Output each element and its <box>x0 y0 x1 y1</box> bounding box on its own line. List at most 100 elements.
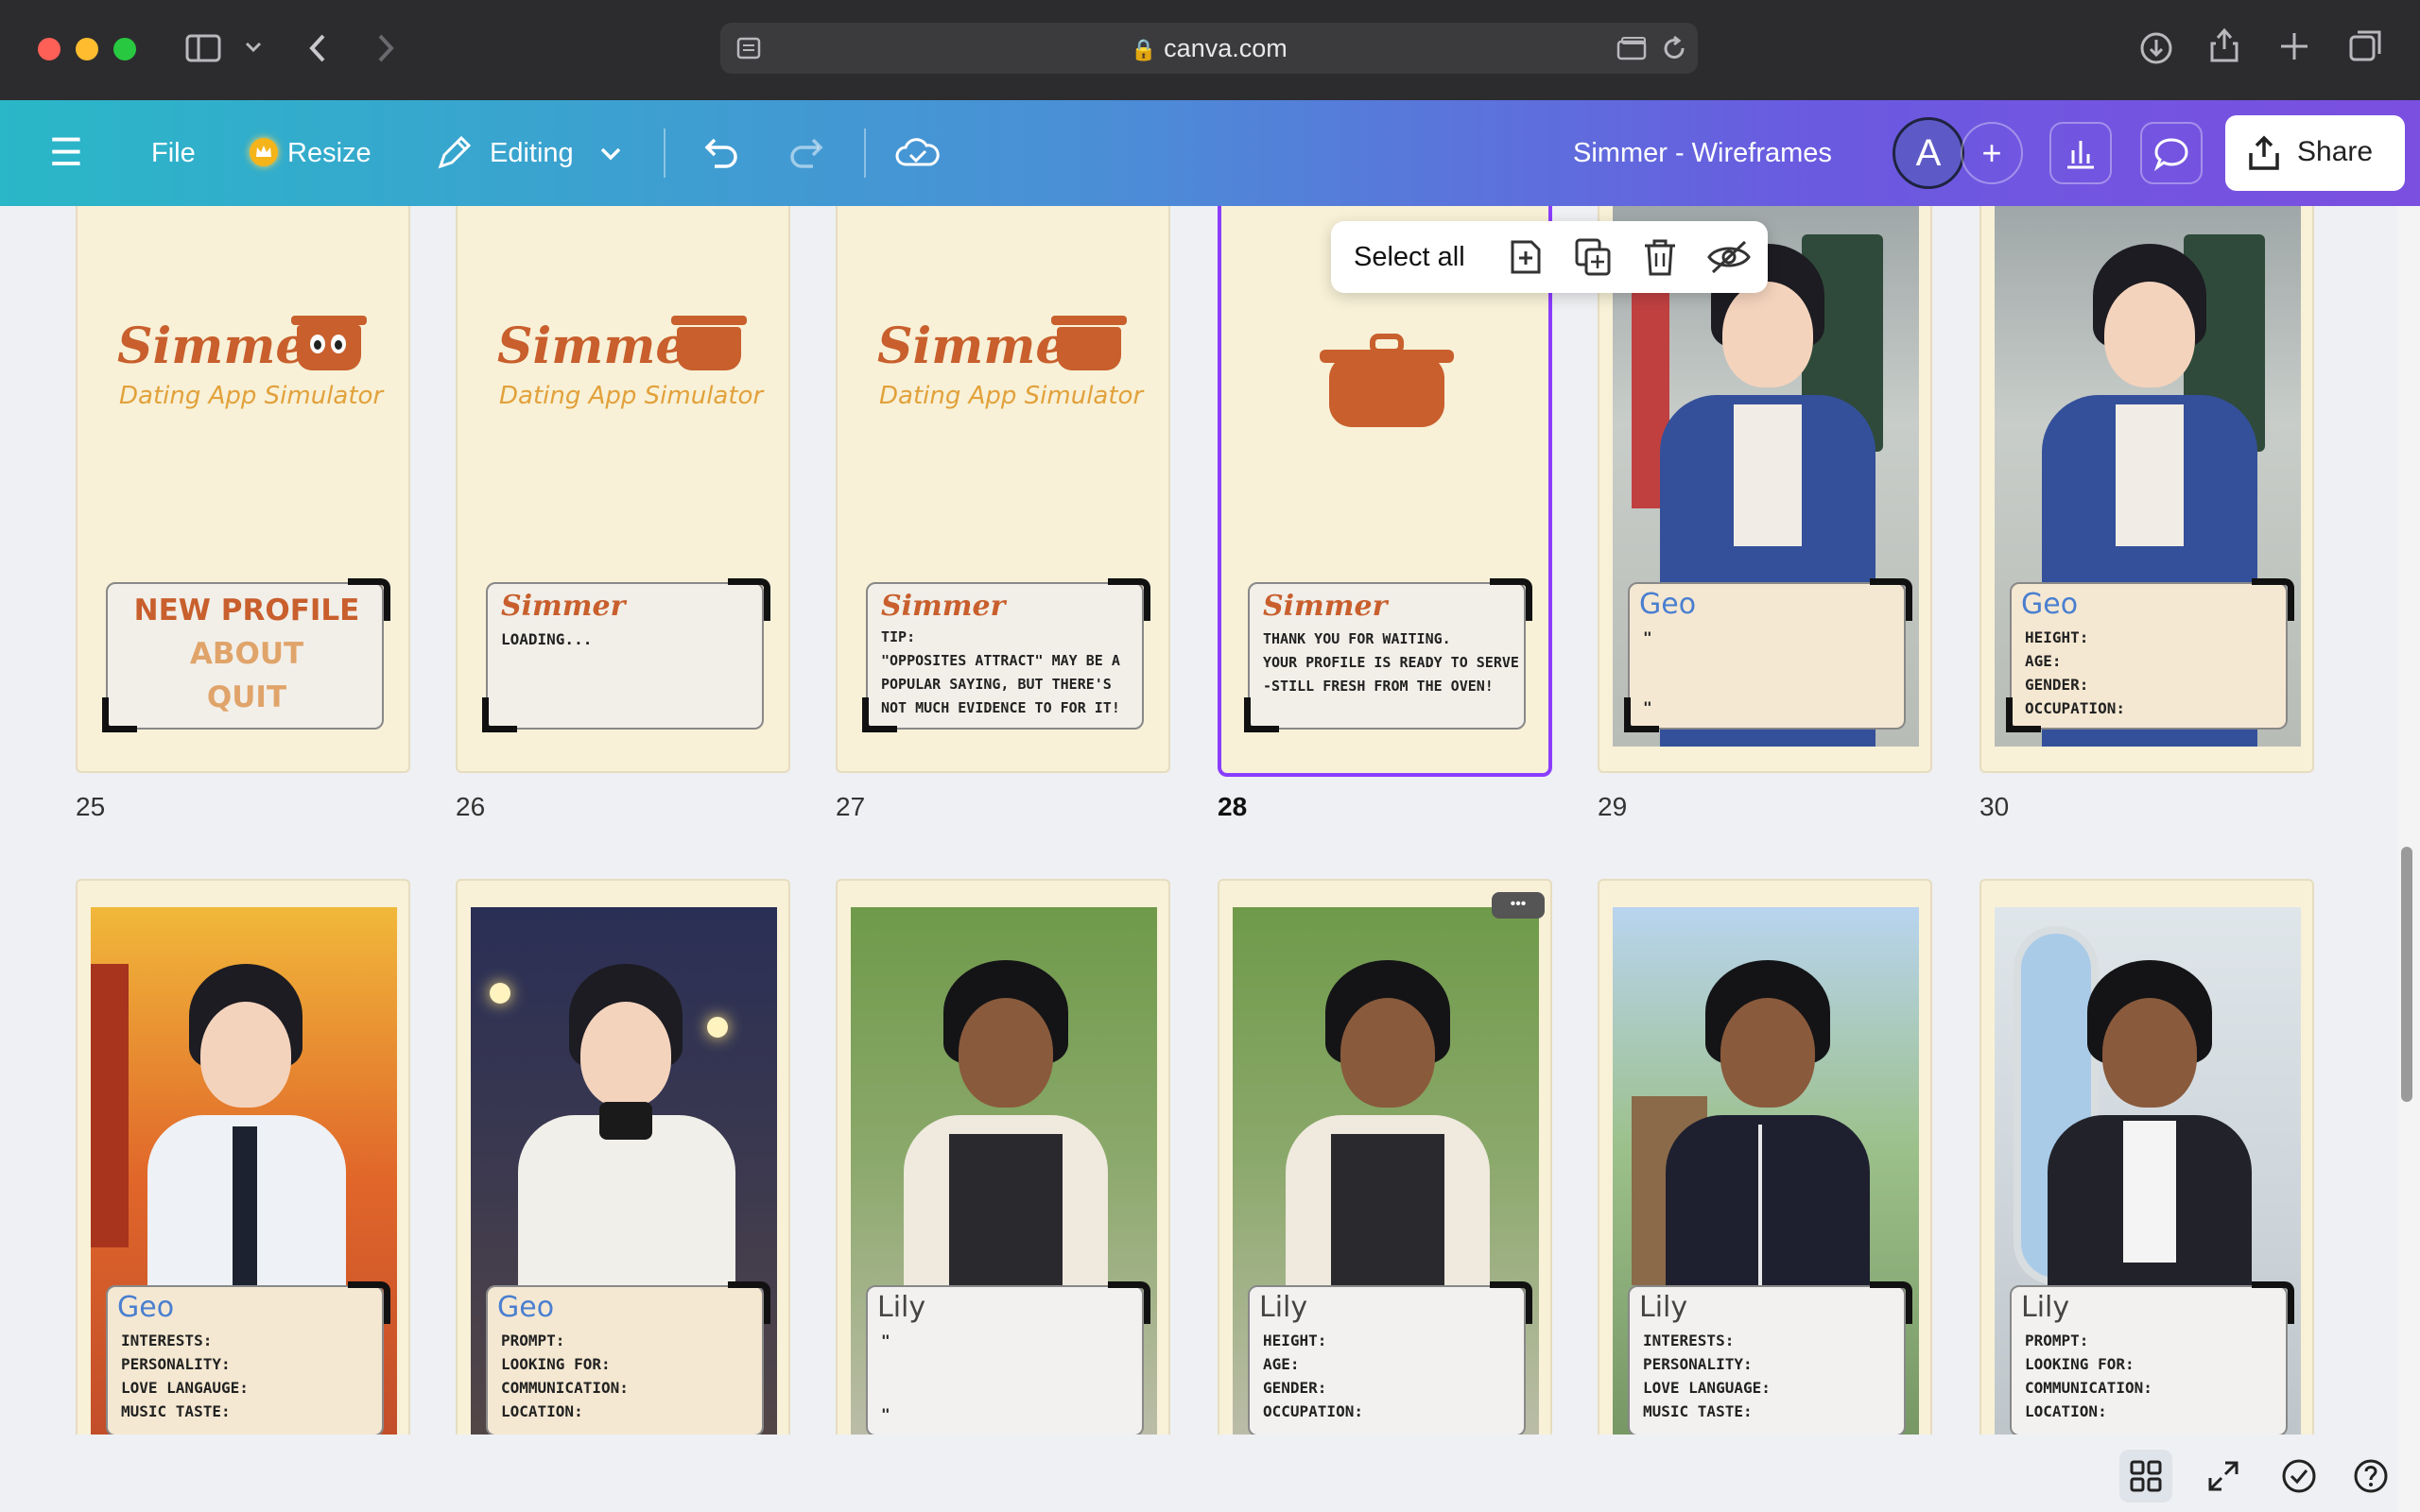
toolbar-divider <box>664 129 666 178</box>
share-icon[interactable] <box>2208 26 2240 64</box>
page-33-thumbnail[interactable]: Lily " " <box>836 879 1170 1512</box>
new-profile-menu-item[interactable]: NEW PROFILE <box>108 593 386 627</box>
chevron-down-icon[interactable] <box>244 40 263 55</box>
tab-icon[interactable] <box>1616 36 1649 62</box>
dialog-line: THANK YOU FOR WAITING. <box>1263 630 1451 647</box>
user-avatar[interactable]: A <box>1893 117 1964 189</box>
scrollbar-thumb[interactable] <box>2401 847 2412 1102</box>
new-tab-icon[interactable] <box>2278 30 2310 62</box>
back-icon[interactable] <box>306 32 329 64</box>
profile-fields: HEIGHT: AGE: GENDER: OCCUPATION: <box>1263 1329 1363 1423</box>
quit-menu-item[interactable]: QUIT <box>108 680 386 714</box>
main-menu-box: NEW PROFILE ABOUT QUIT <box>106 582 384 730</box>
plus-icon: + <box>1981 133 2002 172</box>
dialog-corner <box>2252 578 2294 621</box>
dialog-box: Geo " " <box>1628 582 1906 730</box>
upload-icon <box>2249 135 2279 170</box>
minimize-window-button[interactable] <box>76 38 98 60</box>
help-button[interactable] <box>2344 1450 2397 1503</box>
logo-subtitle: Dating App Simulator <box>499 382 764 410</box>
dialog-corner <box>1870 1281 1912 1324</box>
close-window-button[interactable] <box>38 38 60 60</box>
check-button[interactable] <box>2273 1450 2325 1503</box>
share-button[interactable]: Share <box>2225 115 2405 191</box>
character-face <box>1722 282 1813 387</box>
page-30-thumbnail[interactable]: Geo HEIGHT: AGE: GENDER: OCCUPATION: <box>1979 206 2314 773</box>
profile-field: MUSIC TASTE: <box>121 1402 231 1420</box>
page-31-thumbnail[interactable]: Geo INTERESTS: PERSONALITY: LOVE LANGAUG… <box>76 879 410 1512</box>
dialog-text: THANK YOU FOR WAITING. YOUR PROFILE IS R… <box>1263 627 1519 698</box>
dialog-speaker: Lily <box>1259 1291 1308 1324</box>
page-more-options-button[interactable]: ••• <box>1492 892 1545 919</box>
duplicate-page-icon[interactable] <box>1573 236 1613 278</box>
page-27-thumbnail[interactable]: Simmer Dating App Simulator Simmer TIP: … <box>836 206 1170 773</box>
pot-icon <box>1057 327 1121 370</box>
download-icon[interactable] <box>2138 30 2174 66</box>
dialog-speaker: Simmer <box>881 590 1006 623</box>
forward-icon[interactable] <box>374 32 397 64</box>
dialog-box: Lily INTERESTS: PERSONALITY: LOVE LANGUA… <box>1628 1285 1906 1436</box>
redo-icon[interactable] <box>786 134 828 172</box>
profile-field: COMMUNICATION: <box>501 1379 629 1397</box>
reload-icon[interactable] <box>1660 34 1688 62</box>
delete-page-icon[interactable] <box>1641 236 1679 278</box>
select-all-button[interactable]: Select all <box>1354 242 1465 273</box>
comments-button[interactable] <box>2140 122 2203 184</box>
dialog-speaker: Simmer <box>501 590 626 623</box>
dialog-corner <box>728 1281 770 1324</box>
help-icon <box>2354 1459 2388 1493</box>
page-35-thumbnail[interactable]: Lily INTERESTS: PERSONALITY: LOVE LANGUA… <box>1598 879 1932 1512</box>
tabs-overview-icon[interactable] <box>2348 28 2384 64</box>
profile-field: COMMUNICATION: <box>2025 1379 2152 1397</box>
dialog-box: Simmer THANK YOU FOR WAITING. YOUR PROFI… <box>1248 582 1526 730</box>
quote-open: " <box>1643 628 1652 646</box>
page-36-thumbnail[interactable]: Lily PROMPT: LOOKING FOR: COMMUNICATION:… <box>1979 879 2314 1512</box>
file-menu-button[interactable]: File <box>151 100 196 206</box>
vertical-scrollbar[interactable] <box>2397 206 2420 1512</box>
page-26-thumbnail[interactable]: Simmer Dating App Simulator Simmer LOADI… <box>456 206 790 773</box>
torii-pillar <box>91 964 129 1247</box>
about-menu-item[interactable]: ABOUT <box>108 637 386 671</box>
logo-subtitle: Dating App Simulator <box>119 382 384 410</box>
cloud-saved-icon[interactable] <box>894 134 940 172</box>
editing-mode-button[interactable]: Editing <box>431 100 630 206</box>
expand-icon <box>2208 1461 2238 1491</box>
undo-icon[interactable] <box>700 134 741 172</box>
profile-field: HEIGHT: <box>1263 1332 1327 1349</box>
page-32-thumbnail[interactable]: Geo PROMPT: LOOKING FOR: COMMUNICATION: … <box>456 879 790 1512</box>
profile-field: PROMPT: <box>501 1332 565 1349</box>
dialog-text: LOADING... <box>501 630 593 648</box>
invite-button[interactable]: + <box>1961 122 2023 184</box>
url-label: canva.com <box>1164 34 1288 62</box>
dialog-line: TIP: <box>881 628 916 645</box>
menu-icon[interactable]: ☰ <box>49 100 83 206</box>
dialog-corner <box>1490 1281 1532 1324</box>
maximize-window-button[interactable] <box>113 38 136 60</box>
insights-button[interactable] <box>2049 122 2112 184</box>
grid-view-button[interactable] <box>2119 1450 2172 1503</box>
hide-page-icon[interactable] <box>1705 236 1753 278</box>
document-title[interactable]: Simmer - Wireframes <box>1573 100 1832 206</box>
dialog-corner <box>348 1281 390 1324</box>
dialog-box: Simmer LOADING... <box>486 582 764 730</box>
add-page-icon[interactable] <box>1507 236 1545 278</box>
dialog-box: Simmer TIP: "OPPOSITES ATTRACT" MAY BE A… <box>866 582 1144 730</box>
profile-field: OCCUPATION: <box>1263 1402 1363 1420</box>
character-turtleneck <box>599 1102 652 1140</box>
dialog-corner <box>862 697 897 732</box>
dialog-box: Lily PROMPT: LOOKING FOR: COMMUNICATION:… <box>2010 1285 2288 1436</box>
dialog-corner <box>2252 1281 2294 1324</box>
address-bar[interactable]: 🔒 canva.com <box>720 23 1698 74</box>
sidebar-icon[interactable] <box>185 34 221 62</box>
string-light <box>490 983 510 1004</box>
fullscreen-button[interactable] <box>2197 1450 2250 1503</box>
quote-open: " <box>881 1332 890 1349</box>
page-34-thumbnail[interactable]: ••• Lily HEIGHT: AGE: GENDER: OCCUPATION… <box>1218 879 1552 1512</box>
comment-icon <box>2153 138 2188 172</box>
profile-field: GENDER: <box>2025 676 2089 694</box>
pot-icon <box>1320 334 1454 427</box>
dialog-text: TIP: "OPPOSITES ATTRACT" MAY BE A POPULA… <box>881 626 1120 720</box>
page-25-thumbnail[interactable]: Simmer Dating App Simulator NEW PROFILE … <box>76 206 410 773</box>
dialog-corner <box>1490 578 1532 621</box>
dialog-speaker: Simmer <box>1263 590 1388 623</box>
